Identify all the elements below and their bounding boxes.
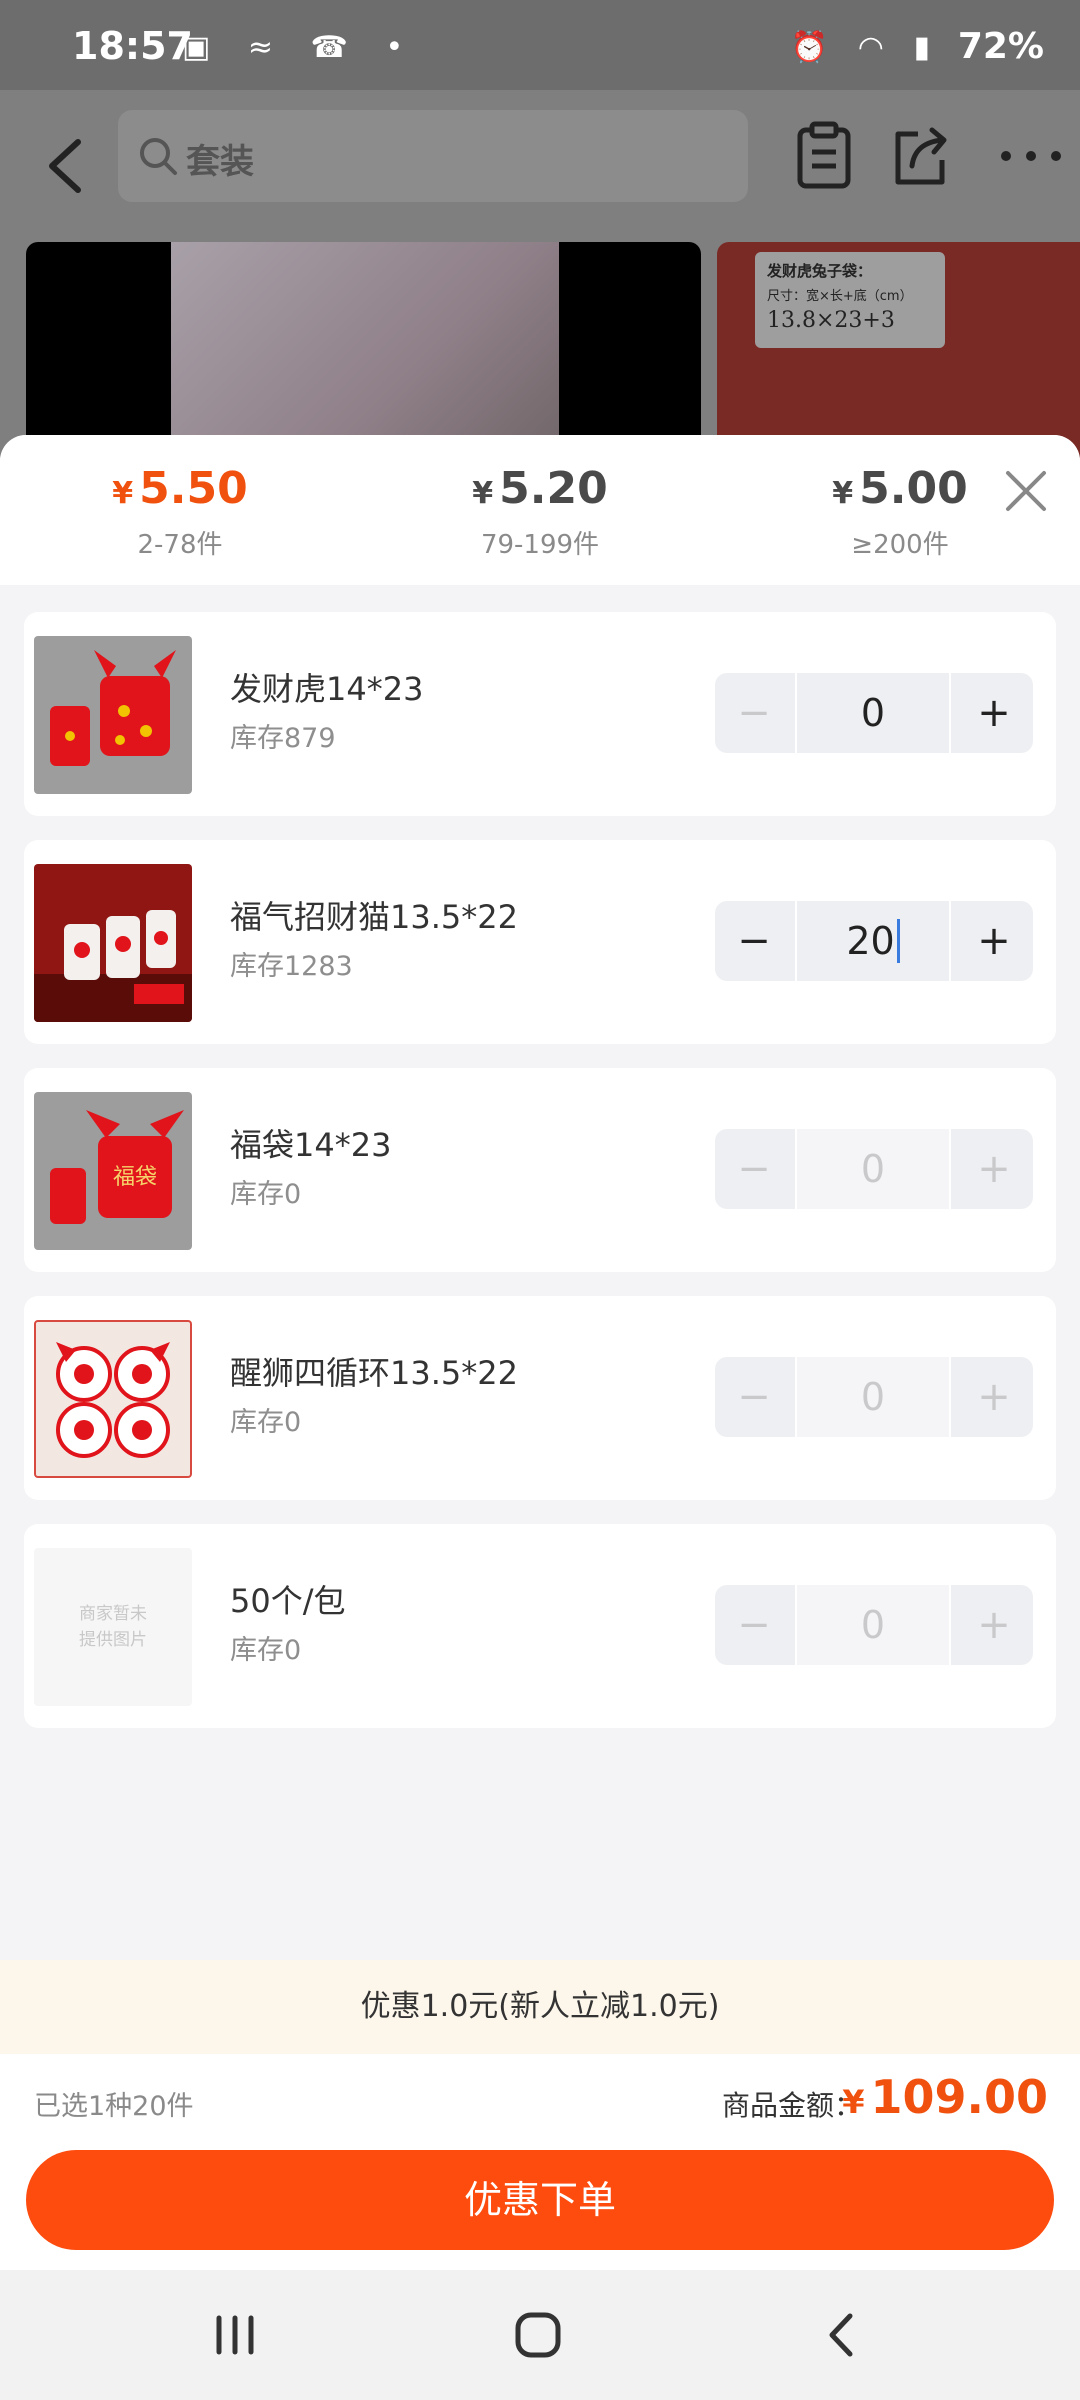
tier-price: 5.20 — [499, 463, 608, 514]
quantity-stepper: − 0 + — [715, 1129, 1033, 1209]
increase-button[interactable]: + — [955, 1585, 1033, 1665]
recent-apps-icon[interactable] — [205, 2310, 265, 2360]
sku-item: 醒狮四循环13.5*22 库存0 − 0 + — [24, 1296, 1056, 1500]
sku-item: 福袋 福袋14*23 库存0 − 0 + — [24, 1068, 1056, 1272]
tier-price: 5.00 — [859, 463, 968, 514]
quantity-input[interactable]: 0 — [795, 1585, 951, 1665]
price-tier: ¥5.50 2-78件 — [30, 463, 330, 561]
search-icon — [140, 138, 177, 175]
system-icons: ⏰ ◠ ▮ — [790, 30, 940, 65]
tier-range: 2-78件 — [137, 530, 223, 560]
quantity-stepper: − 0 + — [715, 1585, 1033, 1665]
quantity-stepper: − 0 + — [715, 1357, 1033, 1437]
increase-button[interactable]: + — [955, 1129, 1033, 1209]
more-icon[interactable] — [996, 120, 1066, 190]
sku-thumbnail — [34, 1320, 192, 1478]
currency-symbol: ¥ — [842, 2083, 865, 2121]
sku-stock: 库存879 — [230, 723, 336, 754]
text-cursor — [896, 919, 900, 963]
sku-stock: 库存0 — [230, 1179, 302, 1210]
tier-range: 79-199件 — [480, 530, 600, 560]
quantity-value: 20 — [846, 919, 895, 963]
currency-symbol: ¥ — [112, 476, 134, 511]
sku-item: 商家暂未提供图片 50个/包 库存0 − 0 + — [24, 1524, 1056, 1728]
increase-button[interactable]: + — [955, 901, 1033, 981]
home-icon[interactable] — [508, 2310, 568, 2360]
sku-selector-sheet: ¥5.50 2-78件 ¥5.20 79-199件 ¥5.00 ≥200件 发财… — [0, 435, 1080, 2400]
currency-symbol: ¥ — [832, 476, 854, 511]
total-amount: ¥109.00 — [842, 2070, 1048, 2124]
sku-stock: 库存0 — [230, 1635, 302, 1666]
quantity-input[interactable]: 20 — [795, 901, 951, 981]
sku-thumbnail — [34, 636, 192, 794]
quantity-input[interactable]: 0 — [795, 1129, 951, 1209]
clipboard-icon[interactable] — [792, 120, 856, 190]
tier-price: 5.50 — [139, 463, 248, 514]
amount-value: 109.00 — [870, 2070, 1048, 2124]
quantity-input[interactable]: 0 — [795, 1357, 951, 1437]
quantity-input[interactable]: 0 — [795, 673, 951, 753]
price-tier: ¥5.20 79-199件 — [390, 463, 690, 561]
sku-stock: 库存1283 — [230, 951, 353, 982]
selected-count: 已选1种20件 — [34, 2091, 194, 2122]
increase-button[interactable]: + — [955, 673, 1033, 753]
place-order-button[interactable]: 优惠下单 — [26, 2150, 1054, 2250]
quantity-stepper: − 20 + — [715, 901, 1033, 981]
decrease-button[interactable]: − — [715, 1357, 793, 1437]
decrease-button[interactable]: − — [715, 1585, 793, 1665]
product-size-label: 发财虎兔子袋： 尺寸：宽×长+底（cm） 13.8×23+3 — [755, 252, 945, 348]
size-label-dims: 13.8×23+3 — [767, 308, 895, 333]
thumb-label: 福袋 — [113, 1165, 157, 1190]
sku-name: 福气招财猫13.5*22 — [230, 898, 518, 936]
sku-thumbnail: 福袋 — [34, 1092, 192, 1250]
status-bar: 18:57 ▣ ≈ ☎ • ⏰ ◠ ▮ 72% — [0, 0, 1080, 90]
price-tiers: ¥5.50 2-78件 ¥5.20 79-199件 ¥5.00 ≥200件 — [0, 435, 1080, 585]
quantity-stepper: − 0 + — [715, 673, 1033, 753]
close-icon[interactable] — [1000, 465, 1052, 517]
status-time: 18:57 — [72, 24, 193, 68]
order-area: 优惠下单 — [0, 2150, 1080, 2270]
size-label-title: 发财虎兔子袋： — [767, 262, 873, 280]
sku-thumbnail-placeholder: 商家暂未提供图片 — [34, 1548, 192, 1706]
back-icon[interactable] — [812, 2310, 872, 2360]
search-placeholder: 套装 — [186, 142, 254, 182]
currency-symbol: ¥ — [472, 476, 494, 511]
sku-name: 50个/包 — [230, 1582, 346, 1620]
discount-banner: 优惠1.0元(新人立减1.0元) — [0, 1960, 1080, 2054]
sku-name: 发财虎14*23 — [230, 670, 424, 708]
notification-icons: ▣ ≈ ☎ • — [182, 30, 418, 65]
sku-item: 发财虎14*23 库存879 − 0 + — [24, 612, 1056, 816]
placeholder-text: 商家暂未提供图片 — [79, 1604, 147, 1650]
back-arrow-icon[interactable] — [36, 126, 92, 206]
background-page: 套装 发财虎兔子袋： 尺寸：宽×长+底（cm） 13.8×23+3 — [0, 90, 1080, 472]
sku-name: 醒狮四循环13.5*22 — [230, 1354, 518, 1392]
sku-name: 福袋14*23 — [230, 1126, 392, 1164]
increase-button[interactable]: + — [955, 1357, 1033, 1437]
amount-label: 商品金额： — [721, 2089, 862, 2122]
system-navigation-bar — [0, 2270, 1080, 2400]
tier-range: ≥200件 — [851, 530, 949, 560]
battery-level: 72% — [957, 26, 1044, 67]
decrease-button[interactable]: − — [715, 1129, 793, 1209]
search-box[interactable]: 套装 — [118, 110, 748, 202]
decrease-button[interactable]: − — [715, 673, 793, 753]
sku-thumbnail — [34, 864, 192, 1022]
size-label-desc: 尺寸：宽×长+底（cm） — [767, 289, 913, 304]
share-icon[interactable] — [888, 120, 952, 190]
sku-item: 福气招财猫13.5*22 库存1283 − 20 + — [24, 840, 1056, 1044]
decrease-button[interactable]: − — [715, 901, 793, 981]
sku-stock: 库存0 — [230, 1407, 302, 1438]
order-summary: 已选1种20件 商品金额： ¥109.00 — [0, 2054, 1080, 2150]
